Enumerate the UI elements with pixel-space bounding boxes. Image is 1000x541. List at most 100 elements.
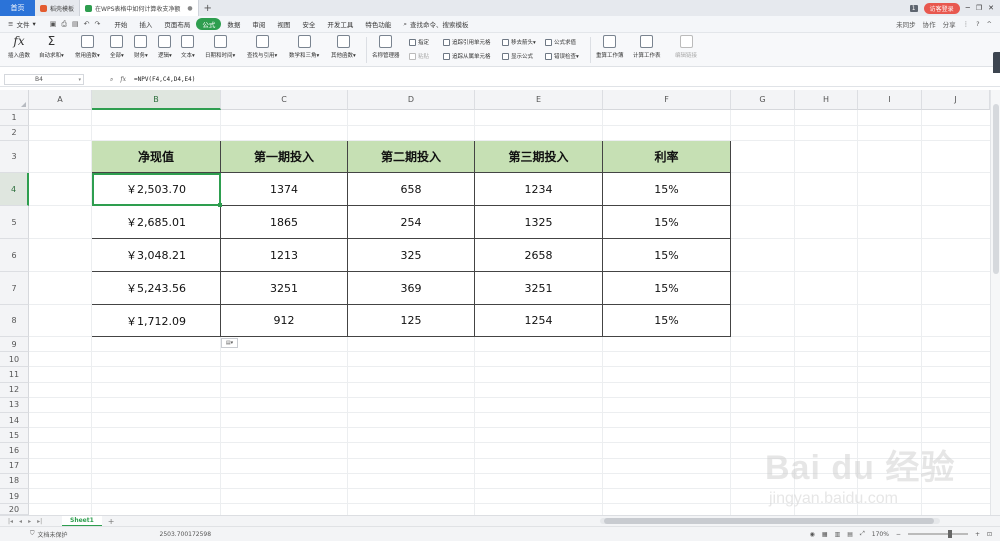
table-cell[interactable]: 254 bbox=[348, 206, 475, 239]
column-header-j[interactable]: J bbox=[922, 90, 990, 110]
table-cell[interactable]: 1213 bbox=[221, 239, 348, 272]
horizontal-scrollbar[interactable] bbox=[600, 518, 940, 524]
logical-functions-button[interactable]: 逻辑▾ bbox=[158, 35, 172, 59]
table-cell[interactable]: 658 bbox=[348, 173, 475, 206]
define-name-button[interactable]: 指定 bbox=[409, 38, 429, 46]
remove-arrows-button[interactable]: 移去箭头▾ bbox=[502, 38, 536, 46]
next-sheet-icon[interactable]: ▸ bbox=[28, 518, 31, 525]
scroll-thumb[interactable] bbox=[604, 518, 934, 524]
window-count-badge[interactable]: 1 bbox=[909, 4, 918, 12]
autosum-button[interactable]: Σ 自动求和▾ bbox=[39, 35, 64, 60]
redo-icon[interactable]: ↷ bbox=[94, 20, 100, 29]
row-header-20[interactable]: 20 bbox=[0, 504, 29, 515]
menu-formulas[interactable]: 公式 bbox=[196, 18, 222, 30]
table-cell[interactable]: 1325 bbox=[475, 206, 603, 239]
menu-data[interactable]: 数据 bbox=[221, 18, 246, 30]
row-header-18[interactable]: 18 bbox=[0, 473, 29, 489]
name-manager-button[interactable]: 名称管理器 bbox=[372, 35, 400, 59]
row-header-14[interactable]: 14 bbox=[0, 413, 29, 429]
column-header-a[interactable]: A bbox=[29, 90, 92, 110]
paste-options-button[interactable]: ▤▾ bbox=[221, 338, 238, 348]
page-break-view-icon[interactable]: ▤ bbox=[847, 531, 853, 538]
menu-view[interactable]: 视图 bbox=[271, 18, 296, 30]
close-tab-icon[interactable]: ● bbox=[187, 5, 192, 12]
formula-input[interactable]: =NPV(F4,C4,D4,E4) bbox=[134, 76, 195, 83]
other-functions-button[interactable]: 其他函数▾ bbox=[331, 35, 356, 59]
row-header-16[interactable]: 16 bbox=[0, 443, 29, 459]
command-search[interactable]: ⌕ 查找命令、搜索模板 bbox=[397, 19, 468, 30]
close-window-icon[interactable]: ✕ bbox=[988, 4, 994, 12]
table-cell[interactable]: 2658 bbox=[475, 239, 603, 272]
table-cell[interactable]: 325 bbox=[348, 239, 475, 272]
row-header-1[interactable]: 1 bbox=[0, 110, 29, 126]
column-header-e[interactable]: E bbox=[475, 90, 603, 110]
table-cell[interactable]: 15% bbox=[603, 305, 731, 337]
table-header-cell[interactable]: 第三期投入 bbox=[475, 141, 603, 173]
help-icon[interactable]: ? bbox=[976, 20, 979, 28]
new-tab-button[interactable]: + bbox=[199, 0, 217, 16]
save-icon[interactable]: ▣ bbox=[50, 20, 57, 29]
lookup-functions-button[interactable]: 查找与引用▾ bbox=[247, 35, 277, 59]
column-header-c[interactable]: C bbox=[221, 90, 348, 110]
table-cell[interactable]: ￥1,712.09 bbox=[92, 305, 221, 337]
eye-protection-icon[interactable]: ◉ bbox=[810, 531, 815, 538]
select-all-corner[interactable] bbox=[0, 90, 29, 110]
insert-function-icon[interactable]: fx bbox=[120, 76, 126, 84]
row-header-3[interactable]: 3 bbox=[0, 141, 29, 173]
column-header-g[interactable]: G bbox=[731, 90, 795, 110]
paste-name-button[interactable]: 粘贴 bbox=[409, 52, 429, 60]
row-header-7[interactable]: 7 bbox=[0, 272, 29, 305]
column-header-d[interactable]: D bbox=[348, 90, 475, 110]
table-cell[interactable]: 3251 bbox=[475, 272, 603, 305]
menu-security[interactable]: 安全 bbox=[296, 18, 321, 30]
table-header-cell[interactable]: 第二期投入 bbox=[348, 141, 475, 173]
table-cell[interactable]: ￥3,048.21 bbox=[92, 239, 221, 272]
first-sheet-icon[interactable]: |◂ bbox=[8, 518, 13, 525]
row-header-10[interactable]: 10 bbox=[0, 352, 29, 368]
table-header-cell[interactable]: 第一期投入 bbox=[221, 141, 348, 173]
menu-start[interactable]: 开始 bbox=[108, 18, 133, 30]
share-button[interactable]: 分享 bbox=[943, 19, 956, 29]
recalculate-workbook-button[interactable]: 重算工作簿 bbox=[596, 35, 624, 59]
table-cell[interactable]: 3251 bbox=[221, 272, 348, 305]
file-menu[interactable]: ≡ 文件 ▾ bbox=[0, 19, 42, 29]
normal-view-icon[interactable]: ▦ bbox=[822, 531, 828, 538]
column-header-h[interactable]: H bbox=[795, 90, 858, 110]
row-header-9[interactable]: 9 bbox=[0, 337, 29, 353]
text-functions-button[interactable]: 文本▾ bbox=[181, 35, 195, 59]
row-header-13[interactable]: 13 bbox=[0, 397, 29, 413]
table-cell[interactable]: 1374 bbox=[221, 173, 348, 206]
undo-icon[interactable]: ↶ bbox=[84, 20, 90, 29]
minimize-icon[interactable]: ─ bbox=[966, 4, 970, 12]
zoom-slider[interactable] bbox=[907, 530, 968, 538]
table-cell[interactable]: 15% bbox=[603, 272, 731, 305]
row-header-8[interactable]: 8 bbox=[0, 305, 29, 337]
print-icon[interactable]: ⎙ bbox=[61, 20, 67, 29]
row-header-2[interactable]: 2 bbox=[0, 125, 29, 141]
maximize-icon[interactable]: ❐ bbox=[976, 4, 982, 12]
table-cell[interactable]: ￥5,243.56 bbox=[92, 272, 221, 305]
zoom-in-icon[interactable]: + bbox=[975, 531, 980, 538]
table-cell[interactable]: 1865 bbox=[221, 206, 348, 239]
home-tab[interactable]: 首页 bbox=[0, 0, 35, 16]
fullscreen-icon[interactable]: ⤢ bbox=[860, 530, 865, 538]
table-cell[interactable]: ￥2,503.70 bbox=[92, 173, 221, 206]
financial-functions-button[interactable]: 财务▾ bbox=[134, 35, 148, 59]
table-cell[interactable]: ￥2,685.01 bbox=[92, 206, 221, 239]
zoom-out-icon[interactable]: − bbox=[896, 531, 901, 538]
table-header-cell[interactable]: 利率 bbox=[603, 141, 731, 173]
menu-page-layout[interactable]: 页面布局 bbox=[158, 18, 196, 30]
last-sheet-icon[interactable]: ▸| bbox=[37, 518, 42, 525]
table-cell[interactable]: 1254 bbox=[475, 305, 603, 337]
sync-status[interactable]: 未同步 bbox=[896, 19, 916, 29]
collapse-ribbon-icon[interactable]: ^ bbox=[987, 20, 992, 28]
row-header-6[interactable]: 6 bbox=[0, 239, 29, 272]
row-header-15[interactable]: 15 bbox=[0, 428, 29, 444]
column-header-i[interactable]: I bbox=[858, 90, 922, 110]
table-header-cell[interactable]: 净现值 bbox=[92, 141, 221, 173]
trace-precedents-button[interactable]: 追踪引用单元格 bbox=[443, 38, 491, 46]
table-cell[interactable]: 15% bbox=[603, 206, 731, 239]
date-time-functions-button[interactable]: 日期和时间▾ bbox=[205, 35, 235, 59]
more-icon[interactable]: ⋮ bbox=[963, 20, 970, 28]
table-cell[interactable]: 15% bbox=[603, 173, 731, 206]
